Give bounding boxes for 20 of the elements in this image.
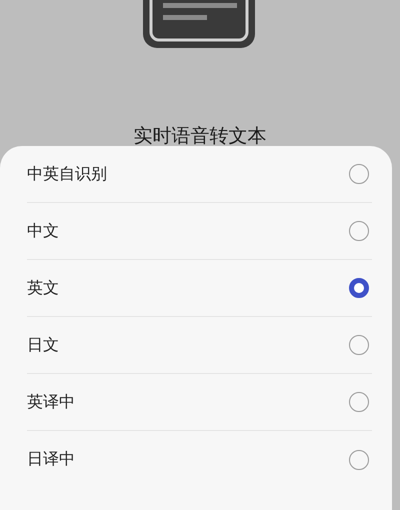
page-title: 实时语音转文本 [134,126,266,146]
language-option[interactable]: 中英自识别 [27,146,372,203]
radio-button[interactable] [349,450,369,470]
option-label: 中文 [27,220,59,242]
language-option[interactable]: 英译中 [27,374,372,431]
language-option[interactable]: 日文 [27,317,372,374]
radio-button[interactable] [349,278,369,298]
option-label: 日文 [27,334,59,356]
language-option[interactable]: 英文 [27,260,372,317]
option-label: 英文 [27,278,59,298]
language-option[interactable]: 中文 [27,203,372,260]
radio-button[interactable] [349,221,369,241]
option-label: 英译中 [27,392,75,412]
document-icon [141,0,257,50]
radio-button[interactable] [349,392,369,412]
option-label: 中英自识别 [27,164,107,184]
language-option[interactable]: 日译中 [27,431,372,488]
option-label: 日译中 [27,449,75,470]
radio-button[interactable] [349,164,369,184]
radio-button[interactable] [349,335,369,355]
